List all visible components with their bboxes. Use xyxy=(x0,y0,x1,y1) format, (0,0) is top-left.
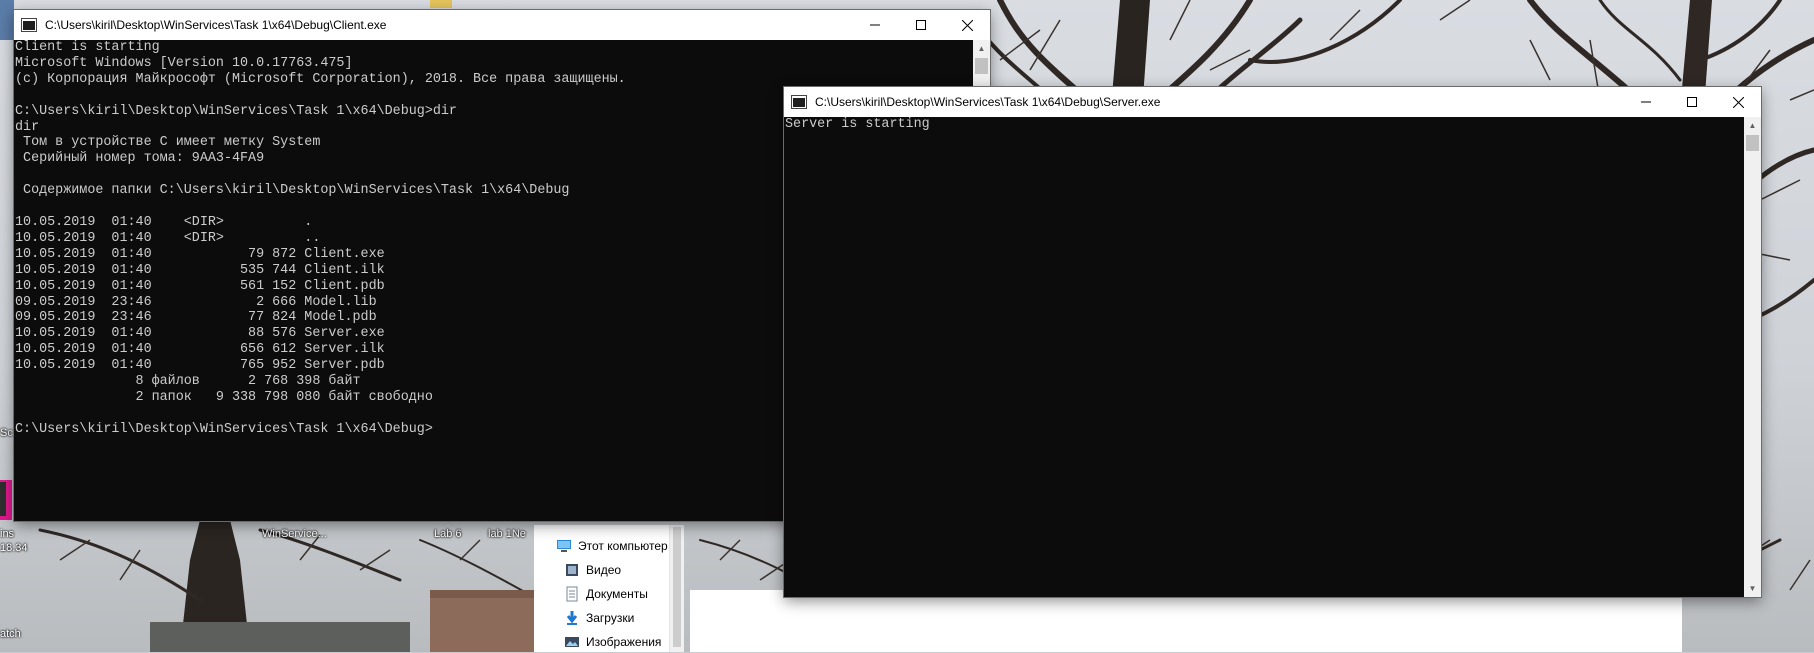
pictures-folder-icon xyxy=(564,634,580,650)
nav-item-downloads[interactable]: Загрузки xyxy=(564,607,634,629)
console-output[interactable]: Server is starting xyxy=(784,117,1744,597)
file-explorer-content-area xyxy=(690,590,1682,652)
desktop-icon-label[interactable]: ins xyxy=(0,528,14,540)
close-icon xyxy=(1732,96,1744,108)
nav-item-label: Этот компьютер xyxy=(578,539,668,553)
nav-item-label: Загрузки xyxy=(586,611,635,625)
console-line: (c) Корпорация Майкрософт (Microsoft Cor… xyxy=(15,71,626,87)
explorer-scrollbar[interactable] xyxy=(669,525,684,652)
scroll-up-arrow-icon[interactable]: ▲ xyxy=(973,40,990,57)
desktop-icon-label[interactable]: Lab 6 xyxy=(434,528,462,540)
desktop-icon-label[interactable]: lab 1Ne xyxy=(488,528,526,540)
console-app-icon xyxy=(21,18,37,32)
nav-item-documents[interactable]: Документы xyxy=(564,583,648,605)
desktop-icon-label[interactable]: WinService... xyxy=(262,528,327,540)
documents-folder-icon xyxy=(564,586,580,602)
downloads-folder-icon xyxy=(564,610,580,626)
nav-item-this-pc[interactable]: Этот компьютер xyxy=(556,535,668,557)
maximize-button[interactable] xyxy=(898,10,944,40)
window-title: C:\Users\kiril\Desktop\WinServices\Task … xyxy=(45,18,387,32)
nav-item-label: Документы xyxy=(586,587,648,601)
maximize-icon xyxy=(1687,97,1697,107)
titlebar[interactable]: C:\Users\kiril\Desktop\WinServices\Task … xyxy=(784,87,1761,117)
nav-item-label: Изображения xyxy=(586,635,662,649)
desktop-icon-label[interactable]: atch xyxy=(0,628,21,640)
minimize-button[interactable] xyxy=(1623,87,1669,117)
scroll-up-arrow-icon[interactable]: ▲ xyxy=(1744,117,1761,134)
video-folder-icon xyxy=(564,562,580,578)
file-explorer-navigation-pane: Этот компьютер Видео Документы Загрузки … xyxy=(534,525,684,652)
close-button[interactable] xyxy=(944,10,990,40)
minimize-button[interactable] xyxy=(852,10,898,40)
vertical-scrollbar[interactable]: ▲ ▼ xyxy=(1744,117,1761,597)
scroll-down-arrow-icon[interactable]: ▼ xyxy=(1744,580,1761,597)
minimize-icon xyxy=(870,24,880,26)
console-line: Microsoft Windows [Version 10.0.17763.47… xyxy=(15,55,353,71)
scrollbar-thumb[interactable] xyxy=(673,527,681,647)
desktop-icon-label[interactable]: Sc xyxy=(0,427,13,439)
close-icon xyxy=(961,19,973,31)
console-line: Client is starting xyxy=(15,40,160,55)
scrollbar-thumb[interactable] xyxy=(1746,135,1759,151)
scrollbar-thumb[interactable] xyxy=(975,58,988,74)
titlebar[interactable]: C:\Users\kiril\Desktop\WinServices\Task … xyxy=(14,10,990,40)
nav-item-videos[interactable]: Видео xyxy=(564,559,621,581)
desktop-icon-label: 18.34 xyxy=(0,542,28,554)
close-button[interactable] xyxy=(1715,87,1761,117)
nav-item-label: Видео xyxy=(586,563,622,577)
computer-icon xyxy=(556,538,572,554)
console-app-icon xyxy=(791,95,807,109)
console-line: Server is starting xyxy=(785,117,930,132)
maximize-button[interactable] xyxy=(1669,87,1715,117)
nav-item-pictures[interactable]: Изображения xyxy=(564,631,661,653)
server-console-window[interactable]: C:\Users\kiril\Desktop\WinServices\Task … xyxy=(784,87,1761,597)
minimize-icon xyxy=(1641,101,1651,103)
maximize-icon xyxy=(916,20,926,30)
window-title: C:\Users\kiril\Desktop\WinServices\Task … xyxy=(815,95,1161,109)
